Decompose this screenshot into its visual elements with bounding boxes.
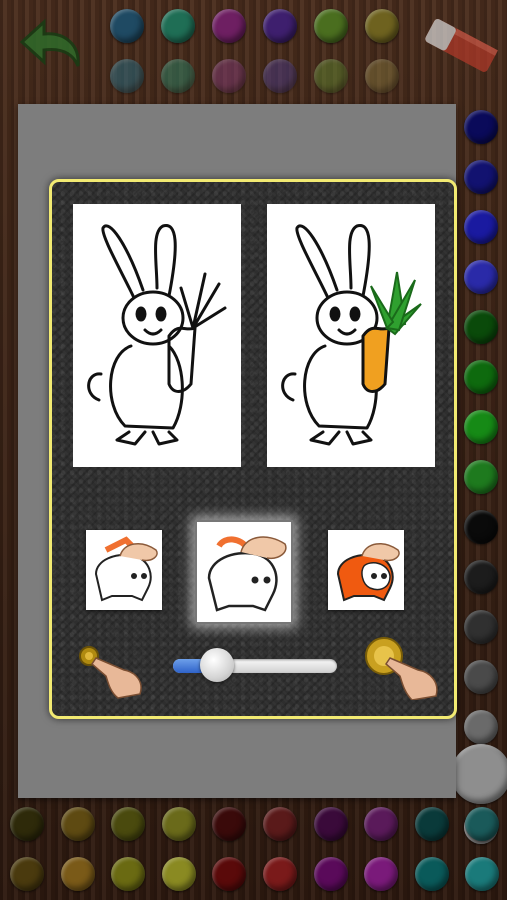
color-swatch-top1-6[interactable] [365,9,399,43]
color-swatch-top1-5[interactable] [314,9,348,43]
color-swatch-right-10[interactable] [464,560,498,594]
color-swatch-top2-2[interactable] [161,59,195,93]
color-swatch-bottom2-1[interactable] [10,857,44,891]
color-swatch-right-7[interactable] [464,410,498,444]
color-swatch-bottom1-2[interactable] [60,807,95,841]
color-swatch-bottom2-3[interactable] [111,857,146,891]
color-swatch-right-2[interactable] [464,160,498,194]
color-swatch-bottom1-4[interactable] [161,807,196,841]
color-swatch-bottom1-8[interactable] [364,807,399,841]
color-swatch-top2-4[interactable] [263,59,297,93]
color-swatch-bottom2-7[interactable] [313,857,348,891]
eraser-icon [425,18,498,72]
color-swatch-bottom2-9[interactable] [414,857,449,891]
example-before-card [73,204,241,467]
color-swatch-bottom2-6[interactable] [263,857,297,891]
color-swatch-bottom2-10[interactable] [465,857,500,891]
color-swatch-bottom1-7[interactable] [313,807,348,841]
color-swatch-bottom1-6[interactable] [263,807,297,841]
color-swatch-right-11[interactable] [464,610,498,644]
color-swatch-bottom2-4[interactable] [161,857,196,891]
color-swatch-bottom1-9[interactable] [414,807,449,841]
color-swatch-top1-2[interactable] [161,9,195,43]
color-swatch-bottom1-1[interactable] [10,807,44,841]
color-swatch-right-1[interactable] [464,110,498,144]
eraser-button[interactable] [416,6,504,84]
piggy-white-icon [207,536,287,612]
undo-arrow-icon [19,18,80,67]
example-after-card [267,204,435,467]
color-swatch-top2-5[interactable] [314,59,348,93]
color-swatch-top1-4[interactable] [263,9,297,43]
mode-option-orange[interactable] [328,530,404,610]
mode-option-outline[interactable] [86,530,162,610]
color-swatch-top1-1[interactable] [110,9,144,43]
brush-size-thumb[interactable] [200,648,234,682]
bunny-colored-image [281,224,422,446]
color-swatch-right-6[interactable] [464,360,498,394]
piggy-orange-icon [336,543,400,602]
brush-size-slider[interactable] [173,659,337,673]
color-swatch-top2-1[interactable] [110,59,144,93]
color-swatch-gray-large[interactable] [451,744,507,804]
color-swatch-bottom2-5[interactable] [212,857,247,891]
color-swatch-bottom1-5[interactable] [212,807,247,841]
bunny-outline-image [87,224,227,446]
color-swatch-top2-6[interactable] [365,59,399,93]
color-swatch-right-5[interactable] [464,310,498,344]
color-swatch-right-13[interactable] [464,710,498,744]
color-swatch-bottom2-8[interactable] [364,857,399,891]
color-swatch-right-8[interactable] [464,460,498,494]
color-swatch-right-3[interactable] [464,210,498,244]
color-swatch-right-9[interactable] [464,510,498,544]
color-swatch-bottom2-2[interactable] [60,857,95,891]
undo-button[interactable] [8,8,88,80]
piggy-outline-icon [94,536,158,602]
large-brush-tap-icon [364,634,442,701]
color-swatch-top2-3[interactable] [212,59,246,93]
color-swatch-right-4[interactable] [464,260,498,294]
color-swatch-bottom1-3[interactable] [111,807,146,841]
small-brush-tap-icon [78,642,146,700]
mode-option-white[interactable] [195,520,293,624]
color-swatch-top1-3[interactable] [212,9,246,43]
color-swatch-right-12[interactable] [464,660,498,694]
